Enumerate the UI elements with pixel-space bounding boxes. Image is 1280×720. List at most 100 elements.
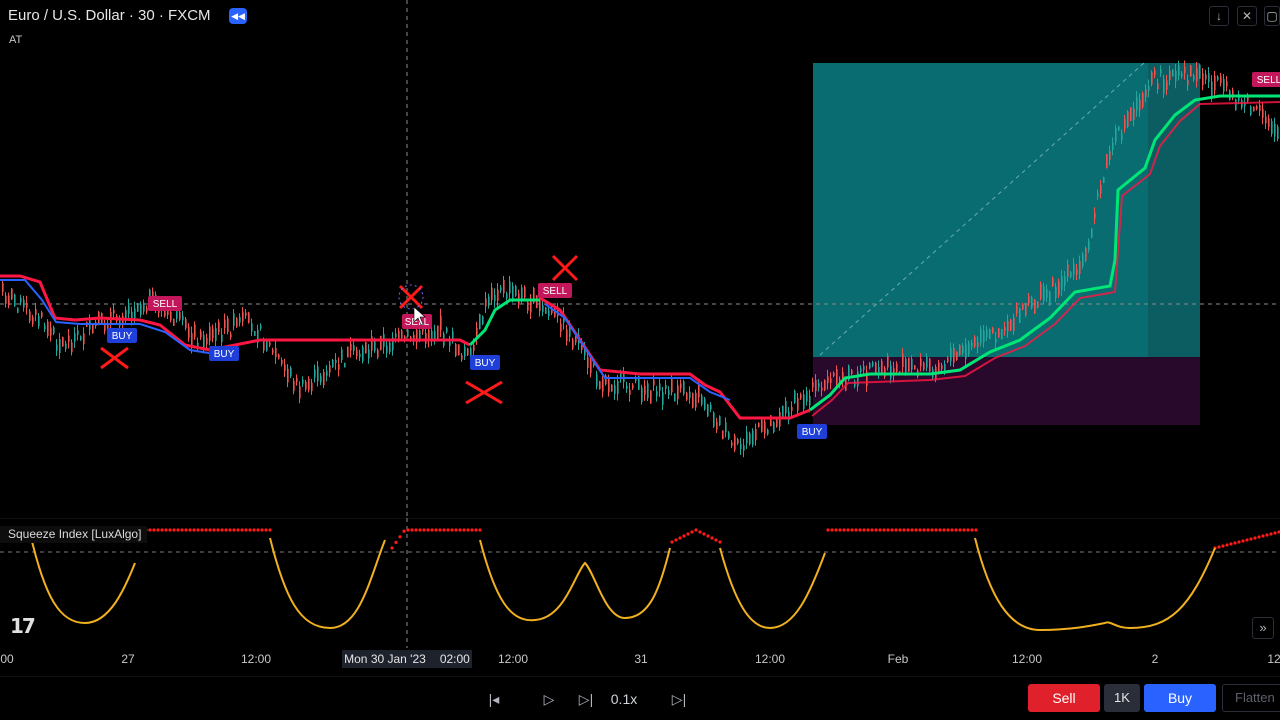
candle-body bbox=[1079, 261, 1081, 274]
candle-body bbox=[1265, 116, 1267, 124]
candle-body bbox=[719, 416, 721, 426]
squeeze-dot bbox=[1225, 543, 1229, 547]
sell-signal[interactable]: SELL bbox=[538, 283, 572, 298]
candle-body bbox=[395, 333, 397, 338]
buy-signal[interactable]: BUY bbox=[107, 328, 137, 343]
candle-body bbox=[203, 335, 205, 350]
candle-body bbox=[1166, 80, 1168, 90]
play-icon[interactable]: ▷ bbox=[537, 687, 561, 711]
long-position-tool[interactable] bbox=[813, 61, 1200, 425]
candle-body bbox=[668, 390, 670, 395]
buy-signal[interactable]: BUY bbox=[797, 424, 827, 439]
candle-body bbox=[236, 318, 238, 327]
buy-button[interactable]: Buy bbox=[1144, 684, 1216, 712]
candle-body bbox=[1016, 305, 1018, 314]
squeeze-dot bbox=[1261, 534, 1265, 538]
squeeze-dot bbox=[200, 528, 204, 532]
candle-body bbox=[977, 342, 979, 348]
squeeze-dot bbox=[164, 528, 168, 532]
replay-speed[interactable]: 0.1x bbox=[606, 687, 642, 711]
candle-body bbox=[1217, 76, 1219, 81]
squeeze-dot bbox=[930, 528, 934, 532]
candle-body bbox=[1124, 118, 1126, 129]
candle-body bbox=[212, 328, 214, 339]
candle-body bbox=[479, 314, 481, 329]
candle-body bbox=[1199, 64, 1201, 79]
squeeze-dot bbox=[410, 528, 414, 532]
flatten-button[interactable]: Flatten bbox=[1222, 684, 1280, 712]
candle-body bbox=[425, 333, 427, 344]
indicator-label[interactable]: Squeeze Index [LuxAlgo] bbox=[0, 526, 148, 543]
candle-body bbox=[50, 327, 52, 336]
candle-body bbox=[296, 377, 298, 383]
buy-signal[interactable]: BUY bbox=[209, 346, 239, 361]
price-chart[interactable]: SELL SELL SELL SELL BUY BUY BUY BUY bbox=[0, 0, 1280, 518]
candle-body bbox=[773, 422, 775, 433]
candle-body bbox=[335, 359, 337, 363]
candle-body bbox=[1214, 75, 1216, 91]
tradingview-logo[interactable]: 17 bbox=[10, 614, 36, 638]
squeeze-dot bbox=[858, 528, 862, 532]
squeeze-dot bbox=[866, 528, 870, 532]
candle-body bbox=[1250, 106, 1252, 115]
candle-body bbox=[1145, 89, 1147, 97]
chevron-right-icon[interactable]: » bbox=[1252, 617, 1274, 639]
candle-body bbox=[341, 349, 343, 361]
quantity-selector[interactable]: 1K bbox=[1104, 684, 1140, 712]
candle-body bbox=[272, 349, 274, 354]
candle-body bbox=[305, 381, 307, 390]
buy-signal[interactable]: BUY bbox=[470, 355, 500, 370]
squeeze-dot bbox=[398, 535, 402, 539]
squeeze-dot bbox=[674, 538, 678, 542]
squeeze-dot bbox=[834, 528, 838, 532]
candle-body bbox=[20, 297, 22, 303]
candle-body bbox=[743, 445, 745, 451]
jump-back-icon[interactable]: |◂ bbox=[482, 687, 506, 711]
candle-body bbox=[1082, 254, 1084, 267]
candle-body bbox=[398, 330, 400, 340]
squeeze-dot bbox=[714, 538, 718, 542]
squeeze-dot bbox=[710, 536, 714, 540]
squeeze-index-pane[interactable] bbox=[0, 518, 1280, 648]
candle-body bbox=[572, 339, 574, 349]
candle-body bbox=[527, 302, 529, 311]
candle-body bbox=[488, 296, 490, 306]
candle-body bbox=[1085, 248, 1087, 261]
candle-body bbox=[1106, 154, 1108, 169]
candle-body bbox=[542, 305, 544, 312]
sell-signal[interactable]: SELL bbox=[148, 296, 182, 311]
jump-to-end-icon[interactable]: ▷| bbox=[667, 687, 691, 711]
candle-body bbox=[938, 362, 940, 372]
candle-body bbox=[1073, 263, 1075, 275]
squeeze-dot bbox=[216, 528, 220, 532]
candle-body bbox=[872, 362, 874, 366]
sell-signal[interactable]: SELL bbox=[1252, 72, 1280, 87]
time-label: 27 bbox=[121, 652, 135, 666]
candle-body bbox=[359, 353, 361, 358]
candle-body bbox=[587, 357, 589, 368]
candle-body bbox=[590, 360, 592, 374]
time-axis[interactable]: 00 27 12:00 12:00 31 12:00 Feb 12:00 2 1… bbox=[0, 648, 1280, 670]
candle-body bbox=[1127, 111, 1129, 127]
squeeze-dot bbox=[180, 528, 184, 532]
candle-body bbox=[749, 433, 751, 445]
squeeze-dot bbox=[236, 528, 240, 532]
candle-body bbox=[77, 330, 79, 335]
candle-body bbox=[1208, 73, 1210, 83]
squeeze-dot bbox=[1237, 540, 1241, 544]
candle-body bbox=[317, 366, 319, 382]
candle-body bbox=[500, 287, 502, 291]
squeeze-dot bbox=[830, 528, 834, 532]
squeeze-dot bbox=[220, 528, 224, 532]
squeeze-dot bbox=[390, 546, 394, 550]
svg-text:SELL: SELL bbox=[543, 286, 568, 297]
candle-body bbox=[878, 367, 880, 373]
candle-body bbox=[113, 309, 115, 314]
x-mark-icon bbox=[398, 284, 424, 310]
squeeze-dot bbox=[958, 528, 962, 532]
squeeze-dot bbox=[950, 528, 954, 532]
candle-body bbox=[1118, 126, 1120, 131]
step-forward-icon[interactable]: ▷| bbox=[574, 687, 598, 711]
sell-button[interactable]: Sell bbox=[1028, 684, 1100, 712]
candle-body bbox=[824, 380, 826, 391]
